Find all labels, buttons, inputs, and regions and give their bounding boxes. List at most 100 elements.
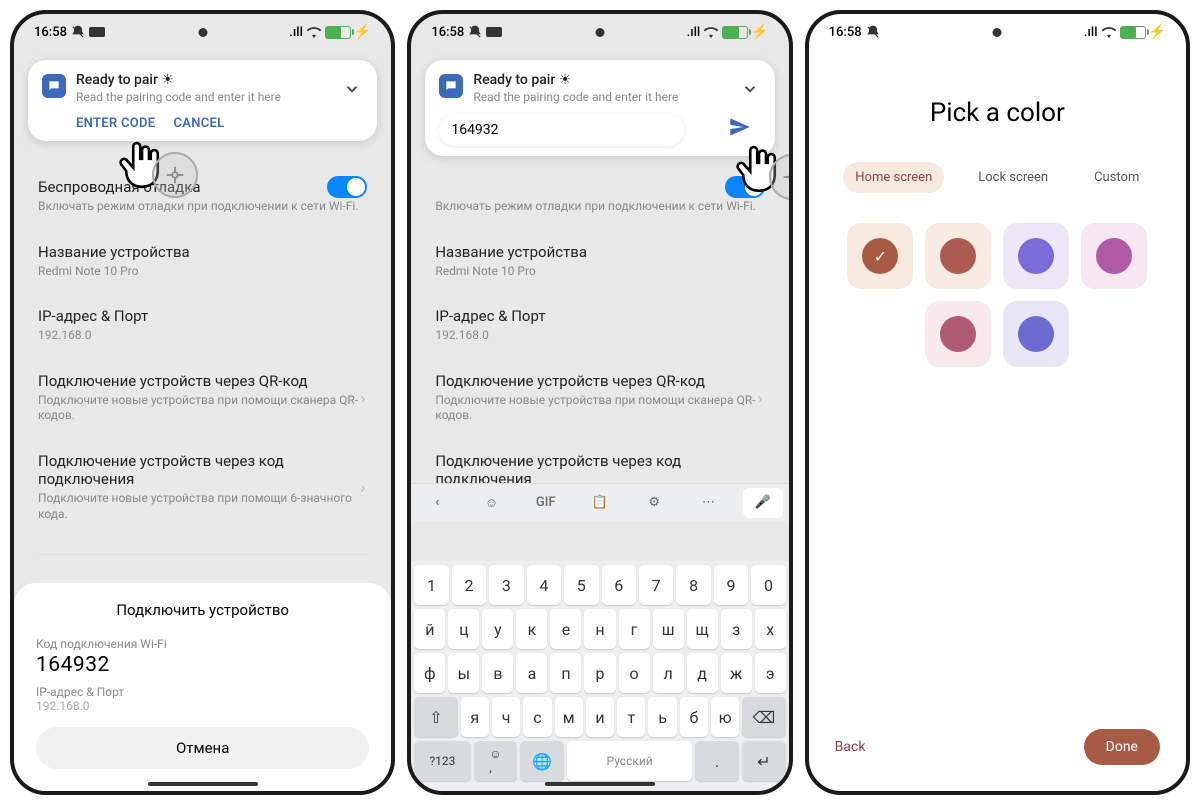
pairing-notification[interactable]: Ready to pair ☀ Read the pairing code an… [425, 60, 774, 156]
check-icon: ✓ [874, 247, 887, 266]
home-indicator[interactable] [545, 782, 655, 786]
toggle-switch[interactable] [725, 176, 765, 198]
shift-key[interactable]: ⇧ [414, 697, 457, 737]
status-bar: 16:58 .ıll ⚡ [14, 14, 391, 48]
color-swatch-0[interactable]: ✓ [847, 223, 913, 289]
key-з[interactable]: з [721, 609, 752, 649]
battery-icon [1120, 26, 1146, 39]
key-х[interactable]: х [755, 609, 786, 649]
key-5[interactable]: 5 [564, 565, 598, 605]
key-7[interactable]: 7 [639, 565, 673, 605]
emoji-key[interactable]: ☺, [474, 741, 518, 781]
tab-custom[interactable]: Custom [1082, 162, 1151, 193]
symbols-key[interactable]: ?123 [414, 741, 470, 781]
key-ф[interactable]: ф [414, 653, 445, 693]
key-щ[interactable]: щ [687, 609, 718, 649]
color-swatch-2[interactable] [1003, 223, 1069, 289]
key-б[interactable]: б [680, 697, 708, 737]
ip-port-row[interactable]: IP-адрес & Порт 192.168.0 [435, 293, 764, 358]
mic-icon[interactable]: 🎤 [743, 488, 783, 518]
period-key[interactable]: . [695, 741, 739, 781]
backspace-key[interactable]: ⌫ [742, 697, 785, 737]
key-м[interactable]: м [555, 697, 583, 737]
key-к[interactable]: к [516, 609, 547, 649]
key-э[interactable]: э [755, 653, 786, 693]
key-в[interactable]: в [482, 653, 513, 693]
key-у[interactable]: у [482, 609, 513, 649]
key-ш[interactable]: ш [653, 609, 684, 649]
key-6[interactable]: 6 [602, 565, 636, 605]
battery-icon [325, 26, 351, 39]
key-ч[interactable]: ч [492, 697, 520, 737]
chevron-down-icon[interactable] [741, 80, 759, 98]
color-swatch-1[interactable] [925, 223, 991, 289]
toggle-switch[interactable] [327, 176, 367, 198]
key-ж[interactable]: ж [721, 653, 752, 693]
pairing-notification[interactable]: Ready to pair ☀ Read the pairing code an… [28, 60, 377, 141]
key-г[interactable]: г [619, 609, 650, 649]
home-indicator[interactable] [148, 782, 258, 786]
key-0[interactable]: 0 [751, 565, 785, 605]
key-9[interactable]: 9 [714, 565, 748, 605]
send-icon[interactable] [727, 114, 753, 140]
gif-button[interactable]: GIF [526, 488, 566, 518]
key-ц[interactable]: ц [448, 609, 479, 649]
settings-icon[interactable]: ⚙ [634, 488, 674, 518]
key-й[interactable]: й [414, 609, 445, 649]
device-name-row[interactable]: Название устройства Redmi Note 10 Pro [435, 229, 764, 294]
battery-icon [722, 26, 748, 39]
enter-code-button[interactable]: ENTER CODE [76, 116, 155, 131]
wireless-debug-row[interactable]: Беспроводная отладка Включать режим отла… [435, 164, 764, 229]
key-а[interactable]: а [516, 653, 547, 693]
device-name-row[interactable]: Название устройства Redmi Note 10 Pro [38, 229, 367, 294]
tab-lock-screen[interactable]: Lock screen [966, 162, 1060, 193]
key-е[interactable]: е [550, 609, 581, 649]
key-ь[interactable]: ь [648, 697, 676, 737]
sheet-cancel-button[interactable]: Отмена [36, 727, 369, 769]
key-ы[interactable]: ы [448, 653, 479, 693]
key-3[interactable]: 3 [489, 565, 523, 605]
color-swatch-5[interactable] [1003, 301, 1069, 367]
key-ю[interactable]: ю [711, 697, 739, 737]
key-8[interactable]: 8 [676, 565, 710, 605]
key-я[interactable]: я [461, 697, 489, 737]
bell-off-icon [71, 25, 85, 39]
key-д[interactable]: д [687, 653, 718, 693]
chevron-down-icon[interactable] [343, 80, 361, 98]
more-icon[interactable]: ⋯ [688, 488, 728, 518]
ip-port-row[interactable]: IP-адрес & Порт 192.168.0 [38, 293, 367, 358]
key-о[interactable]: о [619, 653, 650, 693]
qr-pairing-row[interactable]: Подключение устройств через QR-код Подкл… [435, 358, 764, 438]
key-2[interactable]: 2 [452, 565, 486, 605]
key-4[interactable]: 4 [527, 565, 561, 605]
cancel-button[interactable]: CANCEL [173, 116, 224, 131]
key-р[interactable]: р [584, 653, 615, 693]
back-button[interactable]: Back [835, 739, 866, 755]
key-и[interactable]: и [586, 697, 614, 737]
color-swatch-4[interactable] [925, 301, 991, 367]
key-н[interactable]: н [584, 609, 615, 649]
clipboard-icon[interactable]: 📋 [580, 488, 620, 518]
key-1[interactable]: 1 [414, 565, 448, 605]
code-input[interactable]: 164932 [439, 114, 683, 146]
phone-1: 16:58 .ıll ⚡ Беспроводная отладка Ready … [10, 10, 395, 795]
sticker-icon[interactable]: ☺ [472, 488, 512, 518]
key-л[interactable]: л [653, 653, 684, 693]
key-с[interactable]: с [523, 697, 551, 737]
kbd-back-icon[interactable]: ‹ [417, 488, 457, 518]
status-bar: 16:58 .ıll ⚡ [411, 14, 788, 48]
tab-home-screen[interactable]: Home screen [843, 162, 944, 193]
notif-subtitle: Read the pairing code and enter it here [76, 90, 363, 104]
color-swatch-3[interactable] [1081, 223, 1147, 289]
key-п[interactable]: п [550, 653, 581, 693]
key-т[interactable]: т [617, 697, 645, 737]
signal-icon: .ıll [289, 25, 303, 40]
enter-key[interactable]: ↵ [742, 741, 786, 781]
qr-pairing-row[interactable]: Подключение устройств через QR-код Подкл… [38, 358, 367, 438]
done-button[interactable]: Done [1084, 729, 1160, 765]
globe-key[interactable]: 🌐 [520, 741, 564, 781]
wireless-debug-row[interactable]: Беспроводная отладка Включать режим отла… [38, 164, 367, 229]
code-pairing-row[interactable]: Подключение устройств через код подключе… [38, 438, 367, 536]
spacebar[interactable]: Русский [567, 741, 692, 781]
page-title: Pick a color [831, 98, 1164, 128]
